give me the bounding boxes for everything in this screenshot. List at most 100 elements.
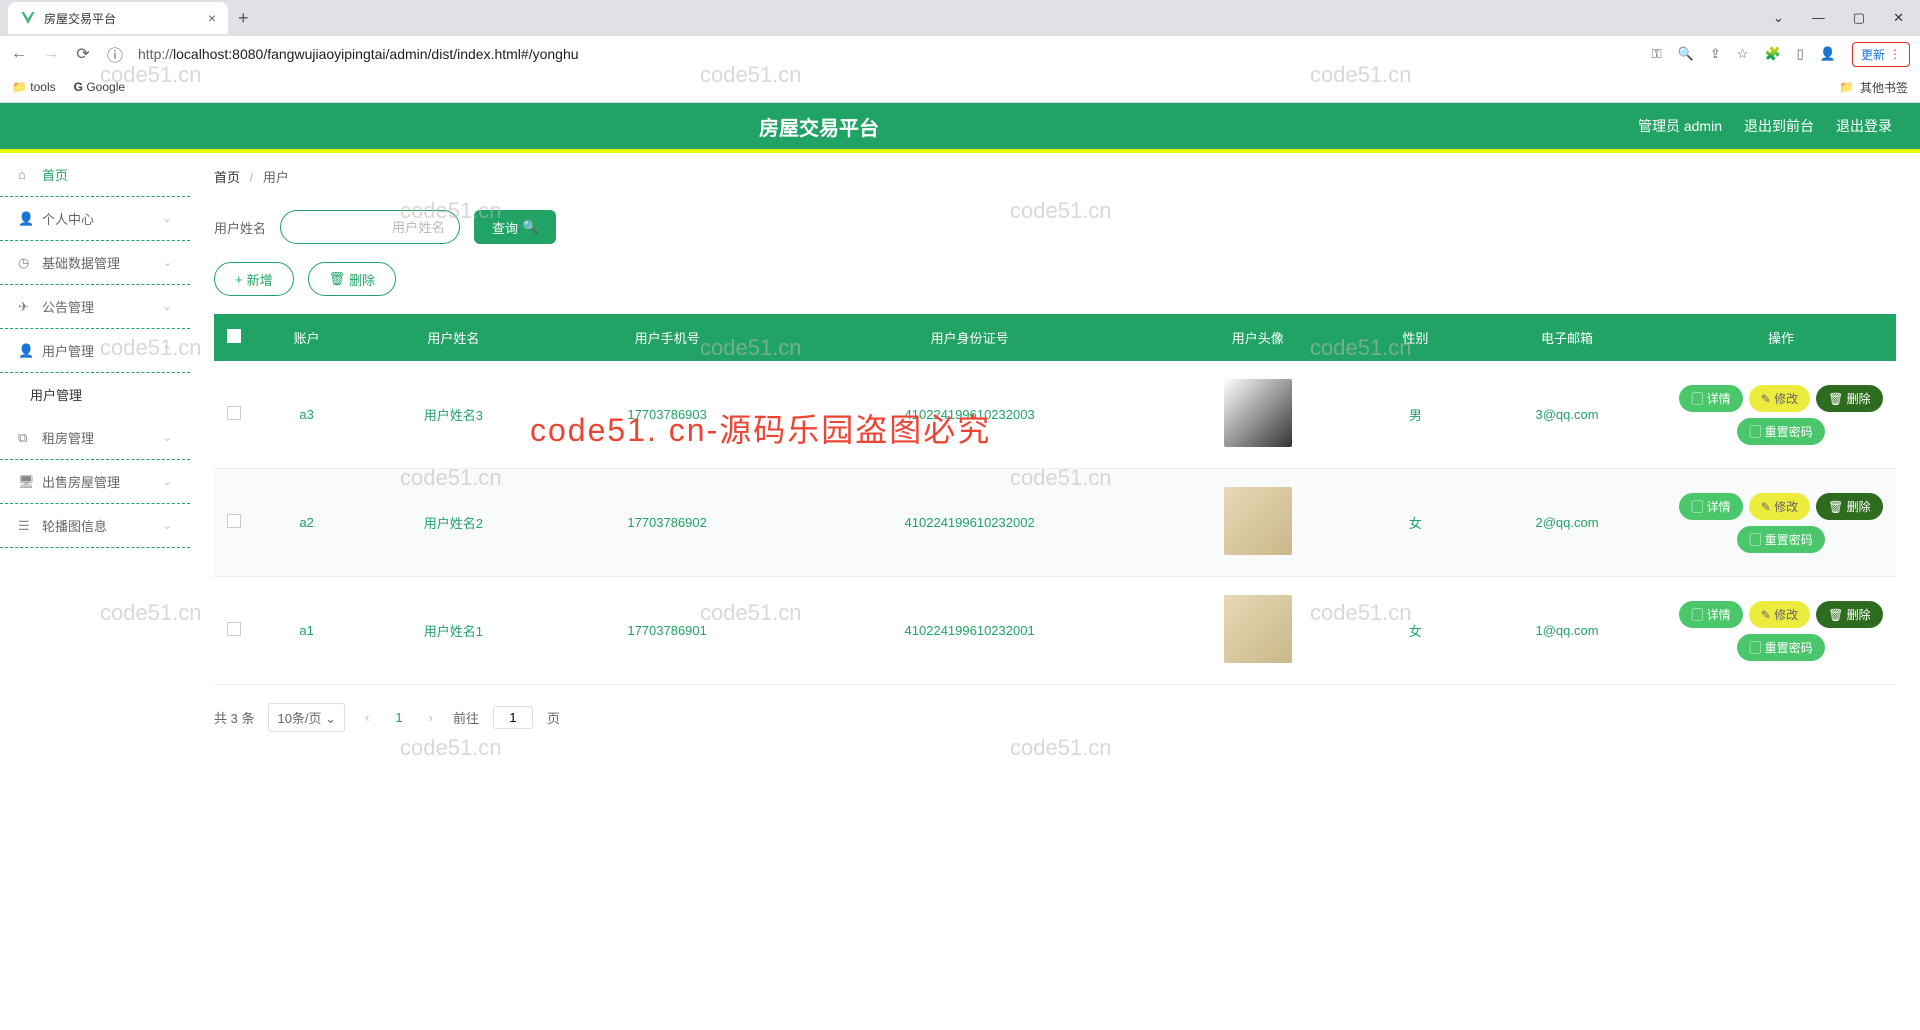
sidebar-item-label: 出售房屋管理 bbox=[42, 472, 120, 491]
sidebar-item-user[interactable]: 👤用户管理⌃ bbox=[0, 329, 190, 373]
search-input[interactable] bbox=[280, 210, 460, 244]
app-header: 房屋交易平台 管理员 admin 退出到前台 退出登录 bbox=[0, 103, 1920, 153]
breadcrumb-home[interactable]: 首页 bbox=[214, 170, 240, 185]
delete-row-button[interactable]: 🗑 删除 bbox=[1816, 493, 1883, 520]
table-row: a2 用户姓名2 17703786902 410224199610232002 … bbox=[214, 469, 1896, 577]
url-text[interactable]: http://localhost:8080/fangwujiaoyipingta… bbox=[138, 46, 1638, 62]
col-ops: 操作 bbox=[1666, 314, 1896, 361]
add-button[interactable]: + 新增 bbox=[214, 262, 294, 296]
bookmark-tools[interactable]: 📁 tools bbox=[12, 80, 56, 94]
goto-input[interactable] bbox=[493, 706, 533, 729]
cell-email: 2@qq.com bbox=[1468, 469, 1666, 577]
bookmark-google[interactable]: G Google bbox=[74, 80, 125, 94]
breadcrumb-current: 用户 bbox=[263, 170, 289, 185]
minimize-icon[interactable]: — bbox=[1812, 10, 1825, 26]
plus-icon: + bbox=[235, 272, 243, 287]
sidebar-subitem-user[interactable]: 用户管理 bbox=[0, 373, 190, 416]
copy-icon: ⧉ bbox=[18, 430, 32, 446]
avatar bbox=[1224, 595, 1292, 663]
sidebar: ⌂首页 👤个人中心⌄ ◷基础数据管理⌄ ✈公告管理⌄ 👤用户管理⌃ 用户管理 ⧉… bbox=[0, 153, 190, 1027]
row-checkbox[interactable] bbox=[227, 406, 241, 420]
table-row: a1 用户姓名1 17703786901 410224199610232001 … bbox=[214, 577, 1896, 685]
search-row: 用户姓名 查询 🔍 bbox=[214, 210, 1896, 244]
expand-icon[interactable]: ⌄ bbox=[1773, 10, 1784, 26]
page-current[interactable]: 1 bbox=[389, 710, 408, 725]
share-icon[interactable]: ⇪ bbox=[1710, 46, 1721, 62]
address-bar: ← → ⟳ ⓘ http://localhost:8080/fangwujiao… bbox=[0, 36, 1920, 72]
row-checkbox[interactable] bbox=[227, 622, 241, 636]
reset-pwd-button[interactable]: ▢ 重置密码 bbox=[1737, 526, 1824, 553]
col-email: 电子邮箱 bbox=[1468, 314, 1666, 361]
bookmark-other[interactable]: 📁 其他书签 bbox=[1839, 79, 1908, 96]
select-all-checkbox[interactable] bbox=[227, 329, 241, 343]
chevron-down-icon: ⌄ bbox=[163, 475, 172, 488]
back-icon[interactable]: ← bbox=[10, 45, 28, 63]
sidebar-item-carousel[interactable]: ☰轮播图信息⌄ bbox=[0, 504, 190, 548]
page-prev[interactable]: ‹ bbox=[359, 710, 375, 725]
maximize-icon[interactable]: ▢ bbox=[1853, 10, 1865, 26]
col-avatar: 用户头像 bbox=[1153, 314, 1363, 361]
row-ops: ▢ 详情 ✎ 修改 🗑 删除 ▢ 重置密码 bbox=[1674, 385, 1888, 445]
sidebar-item-notice[interactable]: ✈公告管理⌄ bbox=[0, 285, 190, 329]
cell-email: 3@qq.com bbox=[1468, 361, 1666, 469]
admin-label[interactable]: 管理员 admin bbox=[1638, 116, 1722, 136]
cell-account: a2 bbox=[254, 469, 359, 577]
edit-button[interactable]: ✎ 修改 bbox=[1749, 601, 1810, 628]
detail-button[interactable]: ▢ 详情 bbox=[1679, 385, 1742, 412]
close-icon[interactable]: × bbox=[208, 10, 216, 26]
star-icon[interactable]: ☆ bbox=[1737, 46, 1749, 62]
breadcrumb-sep: / bbox=[250, 170, 254, 185]
cell-phone: 17703786903 bbox=[548, 361, 787, 469]
sidebar-item-basedata[interactable]: ◷基础数据管理⌄ bbox=[0, 241, 190, 285]
query-button[interactable]: 查询 🔍 bbox=[474, 210, 556, 244]
logout-link[interactable]: 退出登录 bbox=[1836, 116, 1892, 136]
avatar bbox=[1224, 487, 1292, 555]
cell-name: 用户姓名1 bbox=[359, 577, 547, 685]
panel-icon[interactable]: ▯ bbox=[1797, 46, 1804, 62]
col-gender: 性别 bbox=[1363, 314, 1468, 361]
row-ops: ▢ 详情 ✎ 修改 🗑 删除 ▢ 重置密码 bbox=[1674, 493, 1888, 553]
close-window-icon[interactable]: ✕ bbox=[1893, 10, 1904, 26]
profile-icon[interactable]: 👤 bbox=[1820, 46, 1836, 62]
browser-tab[interactable]: 房屋交易平台 × bbox=[8, 2, 228, 34]
new-tab-button[interactable]: + bbox=[228, 8, 259, 29]
puzzle-icon[interactable]: 🧩 bbox=[1764, 46, 1780, 62]
to-front-link[interactable]: 退出到前台 bbox=[1744, 116, 1814, 136]
sidebar-item-rent[interactable]: ⧉ 租房管理 ⌄ bbox=[0, 416, 190, 460]
detail-button[interactable]: ▢ 详情 bbox=[1679, 493, 1742, 520]
search-label: 用户姓名 bbox=[214, 218, 266, 237]
edit-button[interactable]: ✎ 修改 bbox=[1749, 493, 1810, 520]
sidebar-item-sale[interactable]: 🖥出售房屋管理⌄ bbox=[0, 460, 190, 504]
page-next[interactable]: › bbox=[423, 710, 439, 725]
reload-icon[interactable]: ⟳ bbox=[74, 44, 92, 64]
sidebar-item-label: 租房管理 bbox=[42, 428, 94, 447]
reset-pwd-button[interactable]: ▢ 重置密码 bbox=[1737, 634, 1824, 661]
chevron-down-icon: ⌄ bbox=[163, 519, 172, 532]
zoom-icon[interactable]: 🔍 bbox=[1678, 46, 1694, 62]
forward-icon[interactable]: → bbox=[42, 45, 60, 63]
edit-button[interactable]: ✎ 修改 bbox=[1749, 385, 1810, 412]
row-checkbox[interactable] bbox=[227, 514, 241, 528]
info-icon[interactable]: ⓘ bbox=[106, 42, 124, 66]
sidebar-item-label: 轮播图信息 bbox=[42, 516, 107, 535]
goto-suffix: 页 bbox=[547, 708, 560, 727]
sidebar-item-label: 公告管理 bbox=[42, 297, 94, 316]
reset-pwd-button[interactable]: ▢ 重置密码 bbox=[1737, 418, 1824, 445]
cell-idcard: 410224199610232003 bbox=[787, 361, 1153, 469]
cell-account: a3 bbox=[254, 361, 359, 469]
cell-idcard: 410224199610232002 bbox=[787, 469, 1153, 577]
delete-row-button[interactable]: 🗑 删除 bbox=[1816, 601, 1883, 628]
page-total: 共 3 条 bbox=[214, 708, 254, 727]
update-button[interactable]: 更新⋮ bbox=[1852, 42, 1910, 67]
detail-button[interactable]: ▢ 详情 bbox=[1679, 601, 1742, 628]
sidebar-item-personal[interactable]: 👤个人中心⌄ bbox=[0, 197, 190, 241]
delete-button[interactable]: 🗑 删除 bbox=[308, 262, 397, 296]
chevron-down-icon: ⌄ bbox=[163, 431, 172, 444]
delete-row-button[interactable]: 🗑 删除 bbox=[1816, 385, 1883, 412]
col-account: 账户 bbox=[254, 314, 359, 361]
page-size-select[interactable]: 10条/页 ⌄ bbox=[268, 703, 345, 732]
sidebar-item-home[interactable]: ⌂首页 bbox=[0, 153, 190, 197]
breadcrumb: 首页 / 用户 bbox=[214, 167, 1896, 186]
key-icon[interactable]: ⚿ bbox=[1652, 46, 1662, 62]
cell-gender: 女 bbox=[1363, 469, 1468, 577]
